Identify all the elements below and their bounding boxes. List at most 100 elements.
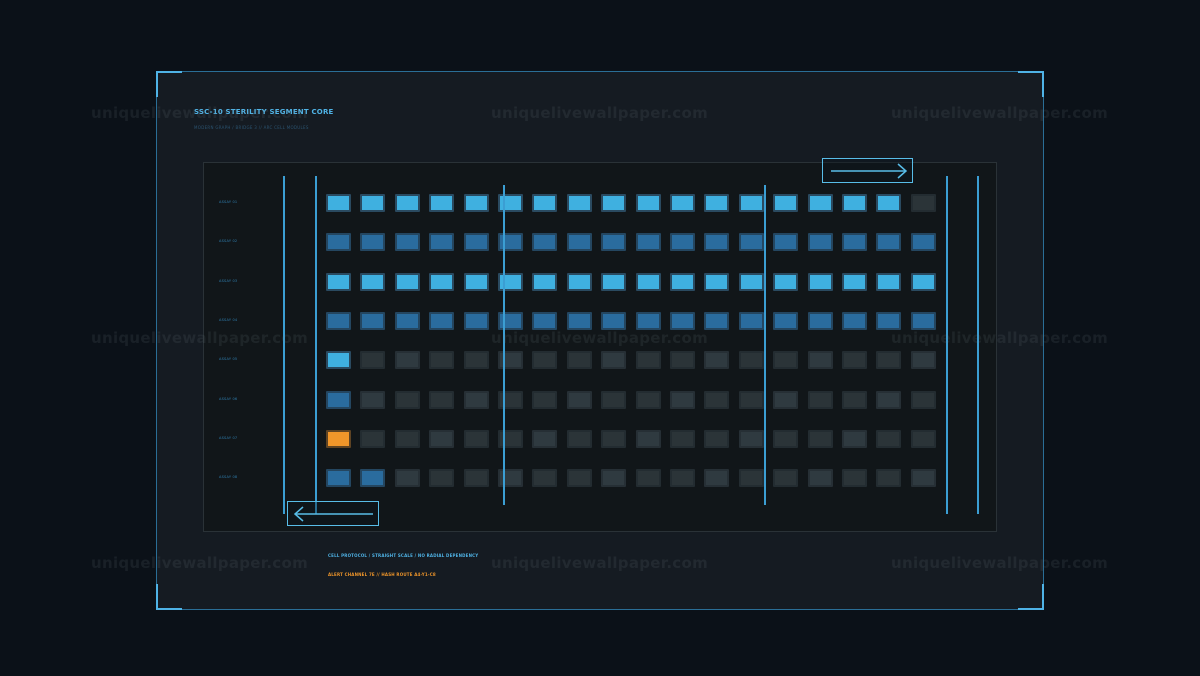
grid-cell[interactable] <box>360 429 386 448</box>
grid-cell[interactable] <box>635 390 661 409</box>
grid-cell[interactable] <box>360 272 386 291</box>
grid-cell[interactable] <box>738 469 764 488</box>
grid-cell[interactable] <box>807 194 833 212</box>
grid-cell[interactable] <box>738 311 764 330</box>
grid-cell[interactable] <box>429 429 455 448</box>
grid-cell[interactable] <box>326 469 351 488</box>
grid-cell[interactable] <box>910 469 936 488</box>
grid-cell[interactable] <box>394 469 420 488</box>
grid-cell[interactable] <box>670 194 695 212</box>
grid-cell[interactable] <box>326 311 351 330</box>
grid-cell[interactable] <box>532 429 558 448</box>
grid-cell[interactable] <box>635 351 661 370</box>
grid-cell[interactable] <box>842 233 867 252</box>
grid-cell[interactable] <box>463 429 489 448</box>
grid-cell[interactable] <box>463 469 489 488</box>
grid-cell[interactable] <box>842 390 867 409</box>
grid-cell[interactable] <box>429 311 455 330</box>
grid-cell[interactable] <box>738 351 764 370</box>
grid-cell[interactable] <box>773 469 799 488</box>
grid-cell[interactable] <box>670 233 695 252</box>
grid-cell[interactable] <box>326 194 351 212</box>
grid-cell[interactable] <box>498 194 523 212</box>
grid-cell[interactable] <box>429 469 455 488</box>
grid-cell[interactable] <box>394 351 420 370</box>
grid-cell[interactable] <box>670 429 695 448</box>
grid-cell[interactable] <box>429 272 455 291</box>
grid-cell[interactable] <box>360 194 386 212</box>
grid-cell[interactable] <box>429 194 455 212</box>
grid-cell[interactable] <box>601 311 627 330</box>
grid-cell[interactable] <box>360 311 386 330</box>
grid-cell[interactable] <box>566 311 592 330</box>
grid-cell[interactable] <box>635 429 661 448</box>
grid-cell[interactable] <box>670 390 695 409</box>
grid-cell[interactable] <box>670 469 695 488</box>
grid-cell[interactable] <box>498 233 523 252</box>
grid-cell[interactable] <box>498 429 523 448</box>
grid-cell[interactable] <box>326 233 351 252</box>
grid-cell[interactable] <box>704 390 730 409</box>
grid-cell[interactable] <box>326 429 351 448</box>
grid-cell[interactable] <box>532 351 558 370</box>
grid-cell[interactable] <box>842 311 867 330</box>
grid-cell[interactable] <box>326 272 351 291</box>
grid-cell[interactable] <box>910 351 936 370</box>
grid-cell[interactable] <box>910 429 936 448</box>
grid-cell[interactable] <box>738 390 764 409</box>
scroll-right-button[interactable] <box>822 158 913 183</box>
grid-cell[interactable] <box>704 311 730 330</box>
grid-cell[interactable] <box>326 390 351 409</box>
grid-cell[interactable] <box>842 469 867 488</box>
grid-cell[interactable] <box>773 311 799 330</box>
grid-cell[interactable] <box>704 272 730 291</box>
grid-cell[interactable] <box>876 429 902 448</box>
grid-cell[interactable] <box>532 469 558 488</box>
grid-cell[interactable] <box>876 194 902 212</box>
grid-cell[interactable] <box>394 272 420 291</box>
grid-cell[interactable] <box>635 469 661 488</box>
grid-cell[interactable] <box>807 429 833 448</box>
grid-cell[interactable] <box>429 233 455 252</box>
grid-cell[interactable] <box>394 429 420 448</box>
grid-cell[interactable] <box>566 351 592 370</box>
grid-cell[interactable] <box>498 311 523 330</box>
grid-cell[interactable] <box>910 233 936 252</box>
grid-cell[interactable] <box>532 390 558 409</box>
grid-cell[interactable] <box>704 351 730 370</box>
grid-cell[interactable] <box>360 469 386 488</box>
grid-cell[interactable] <box>910 272 936 291</box>
grid-cell[interactable] <box>566 233 592 252</box>
grid-cell[interactable] <box>463 194 489 212</box>
grid-cell[interactable] <box>704 233 730 252</box>
grid-cell[interactable] <box>807 351 833 370</box>
grid-cell[interactable] <box>876 233 902 252</box>
grid-cell[interactable] <box>394 233 420 252</box>
grid-cell[interactable] <box>532 311 558 330</box>
grid-cell[interactable] <box>360 351 386 370</box>
grid-cell[interactable] <box>601 351 627 370</box>
grid-cell[interactable] <box>635 233 661 252</box>
grid-cell[interactable] <box>566 390 592 409</box>
grid-cell[interactable] <box>360 390 386 409</box>
grid-cell[interactable] <box>601 194 627 212</box>
grid-cell[interactable] <box>532 194 558 212</box>
grid-cell[interactable] <box>498 272 523 291</box>
grid-cell[interactable] <box>704 469 730 488</box>
grid-cell[interactable] <box>876 469 902 488</box>
grid-cell[interactable] <box>326 351 351 370</box>
grid-cell[interactable] <box>910 390 936 409</box>
grid-cell[interactable] <box>773 194 799 212</box>
grid-cell[interactable] <box>429 390 455 409</box>
grid-cell[interactable] <box>566 194 592 212</box>
grid-cell[interactable] <box>394 194 420 212</box>
grid-cell[interactable] <box>807 233 833 252</box>
grid-cell[interactable] <box>532 272 558 291</box>
grid-cell[interactable] <box>910 311 936 330</box>
grid-cell[interactable] <box>738 429 764 448</box>
grid-cell[interactable] <box>842 272 867 291</box>
grid-cell[interactable] <box>532 233 558 252</box>
grid-cell[interactable] <box>876 272 902 291</box>
grid-cell[interactable] <box>910 194 936 212</box>
grid-cell[interactable] <box>670 351 695 370</box>
